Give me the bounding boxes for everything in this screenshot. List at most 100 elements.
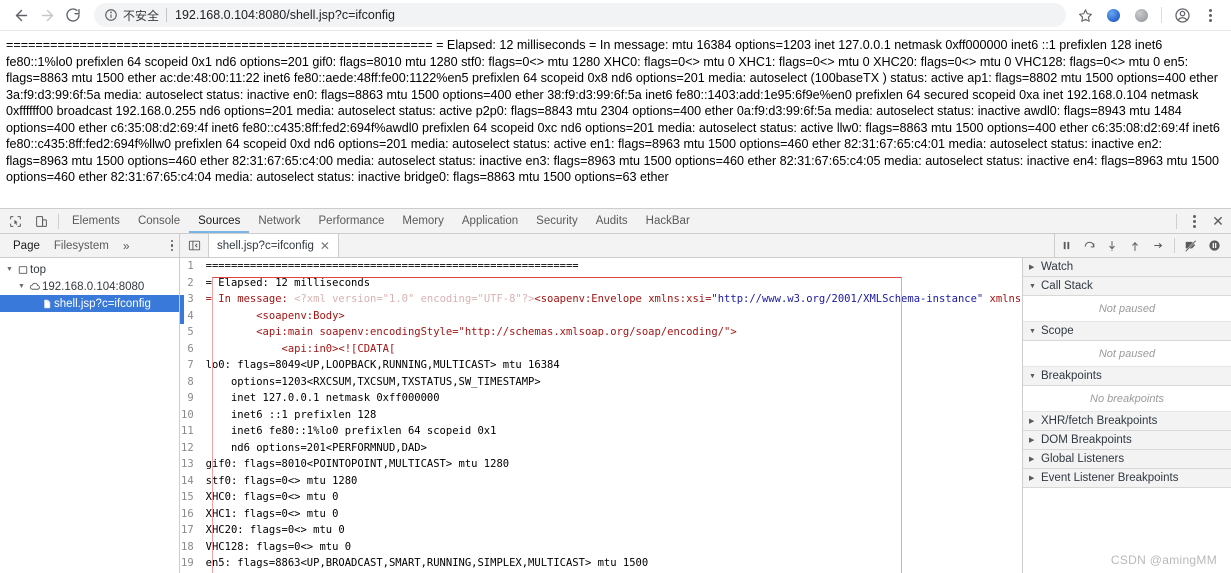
- url-text[interactable]: 192.168.0.104:8080/shell.jsp?c=ifconfig: [175, 8, 395, 22]
- line-number: 16: [180, 505, 199, 522]
- line-content: = In message: <?xml version="1.0" encodi…: [199, 291, 1022, 308]
- step-into-button[interactable]: [1101, 235, 1123, 257]
- file-icon: [39, 298, 54, 310]
- close-devtools-icon[interactable]: ✕: [1207, 210, 1229, 232]
- code-line[interactable]: 9 inet 127.0.0.1 netmask 0xff000000: [180, 390, 1022, 407]
- address-bar[interactable]: 不安全 192.168.0.104:8080/shell.jsp?c=ifcon…: [94, 3, 1066, 27]
- code-line[interactable]: 1 =======================================…: [180, 258, 1022, 275]
- tab-audits[interactable]: Audits: [587, 209, 637, 233]
- toolbar-divider: [1176, 213, 1177, 229]
- tab-network[interactable]: Network: [249, 209, 309, 233]
- frame-icon: [15, 265, 30, 275]
- section-watch[interactable]: ▶ Watch: [1023, 258, 1231, 277]
- code-line[interactable]: 4 <soapenv:Body>: [180, 307, 1022, 324]
- section-title: Call Stack: [1041, 280, 1093, 292]
- step-out-button[interactable]: [1124, 235, 1146, 257]
- line-content: XHC1: flags=0<> mtu 0: [205, 507, 339, 520]
- code-line[interactable]: 2 = Elapsed: 12 milliseconds: [180, 274, 1022, 291]
- navigator-menu-icon[interactable]: [170, 239, 173, 252]
- chevron-down-icon: ▼: [1029, 327, 1036, 335]
- tab-application[interactable]: Application: [453, 209, 527, 233]
- device-toolbar-icon[interactable]: [28, 210, 54, 233]
- subtab-page[interactable]: Page: [6, 234, 47, 257]
- page-content: ========================================…: [0, 31, 1231, 208]
- code-line[interactable]: 7 lo0: flags=8049<UP,LOOPBACK,RUNNING,MUL…: [180, 357, 1022, 374]
- extension-icon-blue[interactable]: [1100, 2, 1126, 28]
- code-line[interactable]: 11 inet6 fe80::1%lo0 prefixlen 64 scopei…: [180, 423, 1022, 440]
- code-line[interactable]: 8 options=1203<RXCSUM,TXCSUM,TXSTATUS,SW…: [180, 373, 1022, 390]
- tab-memory[interactable]: Memory: [393, 209, 453, 233]
- tab-security[interactable]: Security: [527, 209, 587, 233]
- line-number: 10: [180, 406, 199, 423]
- section-call-stack[interactable]: ▼ Call Stack: [1023, 277, 1231, 296]
- code-line[interactable]: 14 stf0: flags=0<> mtu 1280: [180, 472, 1022, 489]
- line-content: XHC20: flags=0<> mtu 0: [205, 524, 345, 536]
- code-line[interactable]: 15 XHC0: flags=0<> mtu 0: [180, 489, 1022, 506]
- section-dom-breakpoints[interactable]: ▶ DOM Breakpoints: [1023, 431, 1231, 450]
- code-line[interactable]: 6 <api:in0><![CDATA[: [180, 340, 1022, 357]
- tab-performance[interactable]: Performance: [310, 209, 394, 233]
- line-content: nd6 options=201<PERFORMNUD,DAD>: [205, 441, 427, 454]
- editor-file-tab[interactable]: shell.jsp?c=ifconfig ✕: [208, 234, 339, 257]
- tab-console[interactable]: Console: [129, 209, 189, 233]
- tab-hackbar[interactable]: HackBar: [637, 209, 699, 233]
- xsi-attr-value: "http://www.w3.org/2001/XMLSchema-instan…: [711, 293, 984, 305]
- code-line[interactable]: 13 gif0: flags=8010<POINTOPOINT,MULTICAST…: [180, 456, 1022, 473]
- close-file-tab-icon[interactable]: ✕: [320, 239, 330, 253]
- code-line[interactable]: 19 en5: flags=8863<UP,BROADCAST,SMART,RUN…: [180, 555, 1022, 572]
- section-event-listener-breakpoints[interactable]: ▶ Event Listener Breakpoints: [1023, 469, 1231, 488]
- toggle-navigator-icon[interactable]: [180, 234, 208, 257]
- code-line[interactable]: 3 = In message: <?xml version="1.0" enco…: [180, 291, 1022, 308]
- line-content: <soapenv:Body>: [205, 309, 345, 322]
- line-number: 1: [180, 258, 199, 275]
- source-code-editor[interactable]: 1 =======================================…: [180, 258, 1022, 573]
- reload-button[interactable]: [60, 2, 86, 28]
- section-xhr-fetch-breakpoints[interactable]: ▶ XHR/fetch Breakpoints: [1023, 412, 1231, 431]
- tab-sources[interactable]: Sources: [189, 209, 249, 233]
- twisty-icon[interactable]: ▼: [4, 266, 15, 273]
- extension-icon-gray[interactable]: [1128, 2, 1154, 28]
- line-number: 11: [180, 423, 199, 440]
- code-line[interactable]: 16 XHC1: flags=0<> mtu 0: [180, 505, 1022, 522]
- code-line[interactable]: 17 XHC20: flags=0<> mtu 0: [180, 522, 1022, 539]
- debugger-controls: [1054, 234, 1231, 257]
- line3-prefix: = In message:: [205, 293, 295, 305]
- section-title: Scope: [1041, 325, 1074, 337]
- subtab-filesystem[interactable]: Filesystem: [47, 234, 116, 257]
- subtabs-overflow-icon[interactable]: »: [116, 239, 137, 253]
- xml-declaration: <?xml version="1.0" encoding="UTF-8"?>: [294, 293, 535, 305]
- chrome-menu-icon[interactable]: [1197, 2, 1223, 28]
- profile-avatar-icon[interactable]: [1169, 2, 1195, 28]
- twisty-icon[interactable]: ▼: [16, 283, 27, 290]
- chevron-right-icon: ▶: [1029, 475, 1035, 482]
- section-scope[interactable]: ▼ Scope: [1023, 322, 1231, 341]
- step-button[interactable]: [1147, 235, 1169, 257]
- bookmark-star-icon[interactable]: [1072, 2, 1098, 28]
- section-global-listeners[interactable]: ▶ Global Listeners: [1023, 450, 1231, 469]
- tab-elements[interactable]: Elements: [63, 209, 129, 233]
- code-line[interactable]: 18 VHC128: flags=0<> mtu 0: [180, 538, 1022, 555]
- info-circle-icon[interactable]: [104, 8, 118, 22]
- code-line[interactable]: 10 inet6 ::1 prefixlen 128: [180, 406, 1022, 423]
- line-content: VHC128: flags=0<> mtu 0: [205, 540, 352, 553]
- tree-item-host[interactable]: ▼ 192.168.0.104:8080: [0, 278, 179, 295]
- inspect-element-icon[interactable]: [2, 210, 28, 233]
- code-line[interactable]: 5 <api:main soapenv:encodingStyle="http:…: [180, 324, 1022, 341]
- deactivate-breakpoints-button[interactable]: [1180, 235, 1202, 257]
- code-line[interactable]: 12 nd6 options=201<PERFORMNUD,DAD>: [180, 439, 1022, 456]
- sources-subtoolbar: Page Filesystem » shell.jsp?c=ifconfig ✕: [0, 234, 1231, 258]
- section-title: Global Listeners: [1041, 453, 1125, 465]
- line-content: options=1203<RXCSUM,TXCSUM,TXSTATUS,SW_T…: [205, 375, 541, 388]
- line-content: inet 127.0.0.1 netmask 0xff000000: [205, 392, 440, 404]
- pause-on-exceptions-button[interactable]: [1203, 235, 1225, 257]
- tree-item-file-shell-jsp[interactable]: shell.jsp?c=ifconfig: [0, 295, 179, 312]
- section-breakpoints[interactable]: ▼ Breakpoints: [1023, 367, 1231, 386]
- pause-resume-button[interactable]: [1055, 235, 1077, 257]
- line-content: XHC0: flags=0<> mtu 0: [205, 491, 339, 503]
- step-over-button[interactable]: [1078, 235, 1100, 257]
- soap-envelope-tag: <soapenv:Envelope: [534, 293, 649, 305]
- forward-button[interactable]: [34, 2, 60, 28]
- back-button[interactable]: [8, 2, 34, 28]
- devtools-menu-icon[interactable]: [1181, 210, 1207, 233]
- tree-item-top[interactable]: ▼ top: [0, 261, 179, 278]
